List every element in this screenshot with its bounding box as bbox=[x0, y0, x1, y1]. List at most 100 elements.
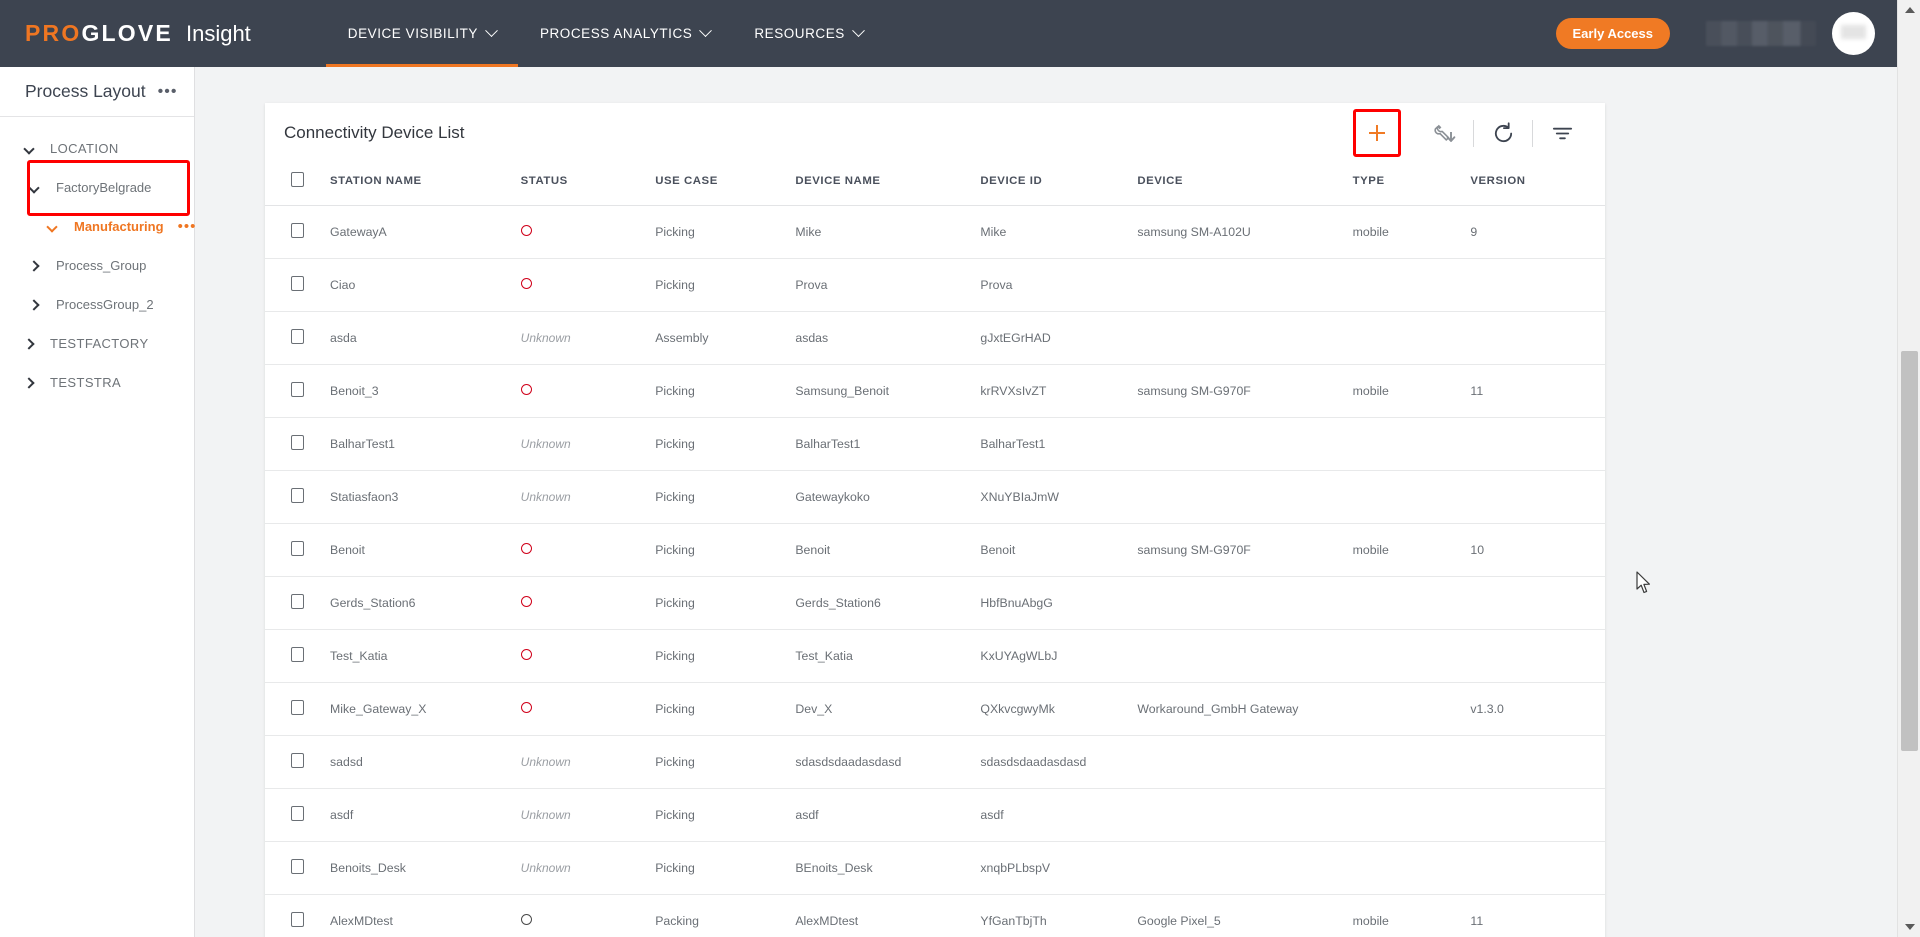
location-tree: LOCATION FactoryBelgrade Manufacturing •… bbox=[0, 117, 197, 402]
firmware-update-button[interactable] bbox=[1423, 112, 1465, 154]
cell-device bbox=[1137, 417, 1353, 471]
table-row[interactable]: asda Unknown Assembly asdas gJxtEGrHAD bbox=[265, 311, 1605, 365]
table-row[interactable]: Benoit_3 Picking Samsung_Benoit krRVXsIvZT s… bbox=[265, 364, 1605, 418]
early-access-button[interactable]: Early Access bbox=[1555, 18, 1670, 49]
cell-status: Unknown bbox=[520, 470, 656, 524]
select-all-checkbox[interactable] bbox=[291, 172, 304, 187]
cell-version: v1.3.0 bbox=[1470, 682, 1605, 736]
row-select-cell bbox=[265, 470, 331, 524]
cell-device-id: asdf bbox=[980, 788, 1138, 842]
header-type[interactable]: TYPE bbox=[1352, 163, 1471, 206]
cell-station-name: AlexMDtest bbox=[330, 894, 521, 937]
row-select-cell bbox=[265, 629, 331, 683]
cell-device-name: Benoit bbox=[795, 523, 981, 577]
avatar[interactable] bbox=[1832, 12, 1875, 55]
tree-item-manufacturing[interactable]: Manufacturing ••• bbox=[0, 207, 197, 246]
cell-device bbox=[1137, 735, 1353, 789]
row-checkbox[interactable] bbox=[291, 276, 304, 291]
cell-device-name: Test_Katia bbox=[795, 629, 981, 683]
cell-device bbox=[1137, 576, 1353, 630]
cell-use-case: Picking bbox=[655, 364, 796, 418]
tree-item-teststra[interactable]: TESTSTRA bbox=[0, 363, 194, 402]
tree-item-testfactory[interactable]: TESTFACTORY bbox=[0, 324, 194, 363]
row-checkbox[interactable] bbox=[291, 435, 304, 450]
tree-item-more-options-icon[interactable]: ••• bbox=[178, 219, 197, 234]
refresh-button[interactable] bbox=[1482, 112, 1524, 154]
add-device-button[interactable] bbox=[1356, 112, 1398, 154]
table-row[interactable]: Statiasfaon3 Unknown Picking Gatewaykoko XNu… bbox=[265, 470, 1605, 524]
table-row[interactable]: BalharTest1 Unknown Picking BalharTest1 Balh… bbox=[265, 417, 1605, 471]
chevron-right-icon bbox=[23, 376, 35, 389]
status-unknown-label: Unknown bbox=[520, 490, 571, 504]
tree-item-location[interactable]: LOCATION bbox=[0, 129, 194, 168]
table-row[interactable]: Test_Katia Picking Test_Katia KxUYAgWLbJ bbox=[265, 629, 1605, 683]
app-logo[interactable]: PRO GLOVE Insight bbox=[25, 20, 251, 47]
header-device[interactable]: DEVICE bbox=[1137, 163, 1353, 206]
sidebar-more-options-icon[interactable]: ••• bbox=[158, 83, 178, 99]
cell-status bbox=[520, 258, 656, 312]
row-select-cell bbox=[265, 788, 331, 842]
table-row[interactable]: Mike_Gateway_X Picking Dev_X QXkvcgwyMk Work… bbox=[265, 682, 1605, 736]
table-row[interactable]: GatewayA Picking Mike Mike samsung SM-A102U m… bbox=[265, 205, 1605, 259]
status-unknown-label: Unknown bbox=[520, 808, 571, 822]
row-checkbox[interactable] bbox=[291, 806, 304, 821]
row-checkbox[interactable] bbox=[291, 647, 304, 662]
tree-item-factorybelgrade[interactable]: FactoryBelgrade bbox=[0, 168, 194, 207]
table-row[interactable]: sadsd Unknown Picking sdasdsdaadasdasd sdasd… bbox=[265, 735, 1605, 789]
cell-device-name: BalharTest1 bbox=[795, 417, 981, 471]
table-row[interactable]: Benoit Picking Benoit Benoit samsung SM-G970… bbox=[265, 523, 1605, 577]
cell-type bbox=[1352, 841, 1471, 895]
table-row[interactable]: Gerds_Station6 Picking Gerds_Station6 HbfBn… bbox=[265, 576, 1605, 630]
sidebar: Process Layout ••• LOCATION FactoryBelgr… bbox=[0, 67, 195, 937]
header-use-case[interactable]: USE CASE bbox=[655, 163, 796, 206]
status-unknown-label: Unknown bbox=[520, 755, 571, 769]
logo-product-text: Insight bbox=[185, 21, 251, 46]
header-version[interactable]: VERSION bbox=[1470, 163, 1605, 206]
row-select-cell bbox=[265, 735, 331, 789]
cell-version bbox=[1470, 470, 1605, 524]
nav-item-process-analytics[interactable]: PROCESS ANALYTICS bbox=[518, 0, 732, 67]
cell-version: 10 bbox=[1470, 523, 1605, 577]
table-row[interactable]: Ciao Picking Prova Prova bbox=[265, 258, 1605, 312]
header-station-name[interactable]: STATION NAME bbox=[330, 163, 521, 206]
cell-device-id: sdasdsdaadasdasd bbox=[980, 735, 1138, 789]
tree-item-process-group[interactable]: Process_Group bbox=[0, 246, 194, 285]
row-checkbox[interactable] bbox=[291, 859, 304, 874]
chevron-down-icon bbox=[28, 181, 40, 194]
row-checkbox[interactable] bbox=[291, 329, 304, 344]
cell-device-id: YfGanTbjTh bbox=[980, 894, 1138, 937]
cell-device-id: HbfBnuAbgG bbox=[980, 576, 1138, 630]
cell-device-id: BalharTest1 bbox=[980, 417, 1138, 471]
header-device-name[interactable]: DEVICE NAME bbox=[795, 163, 981, 206]
cell-status bbox=[520, 364, 656, 418]
cell-use-case: Picking bbox=[655, 841, 796, 895]
row-checkbox[interactable] bbox=[291, 700, 304, 715]
filter-button[interactable] bbox=[1541, 112, 1583, 154]
row-checkbox[interactable] bbox=[291, 594, 304, 609]
row-checkbox[interactable] bbox=[291, 382, 304, 397]
nav-item-device-visibility[interactable]: DEVICE VISIBILITY bbox=[325, 0, 519, 67]
table-row[interactable]: AlexMDtest Packing AlexMDtest YfGanTbjTh Goo… bbox=[265, 894, 1605, 937]
top-nav-right-area: Early Access bbox=[1555, 12, 1875, 55]
cell-device-name: AlexMDtest bbox=[795, 894, 981, 937]
tree-item-processgroup-2[interactable]: ProcessGroup_2 bbox=[0, 285, 194, 324]
scrollbar-down-arrow[interactable] bbox=[1898, 917, 1920, 937]
scrollbar-thumb[interactable] bbox=[1901, 351, 1918, 751]
cell-version bbox=[1470, 576, 1605, 630]
browser-scrollbar[interactable] bbox=[1897, 0, 1920, 937]
table-row[interactable]: asdf Unknown Picking asdf asdf bbox=[265, 788, 1605, 842]
row-checkbox[interactable] bbox=[291, 488, 304, 503]
row-checkbox[interactable] bbox=[291, 541, 304, 556]
cell-type bbox=[1352, 311, 1471, 365]
row-checkbox[interactable] bbox=[291, 912, 304, 927]
row-checkbox[interactable] bbox=[291, 223, 304, 238]
chevron-down-icon bbox=[46, 220, 58, 233]
header-device-id[interactable]: DEVICE ID bbox=[980, 163, 1138, 206]
nav-item-resources[interactable]: RESOURCES bbox=[732, 0, 884, 67]
cell-device-name: Dev_X bbox=[795, 682, 981, 736]
row-checkbox[interactable] bbox=[291, 753, 304, 768]
card-header: Connectivity Device List bbox=[265, 103, 1605, 163]
scrollbar-up-arrow[interactable] bbox=[1898, 0, 1920, 20]
table-row[interactable]: Benoits_Desk Unknown Picking BEnoits_Desk xn… bbox=[265, 841, 1605, 895]
header-status[interactable]: STATUS bbox=[520, 163, 656, 206]
